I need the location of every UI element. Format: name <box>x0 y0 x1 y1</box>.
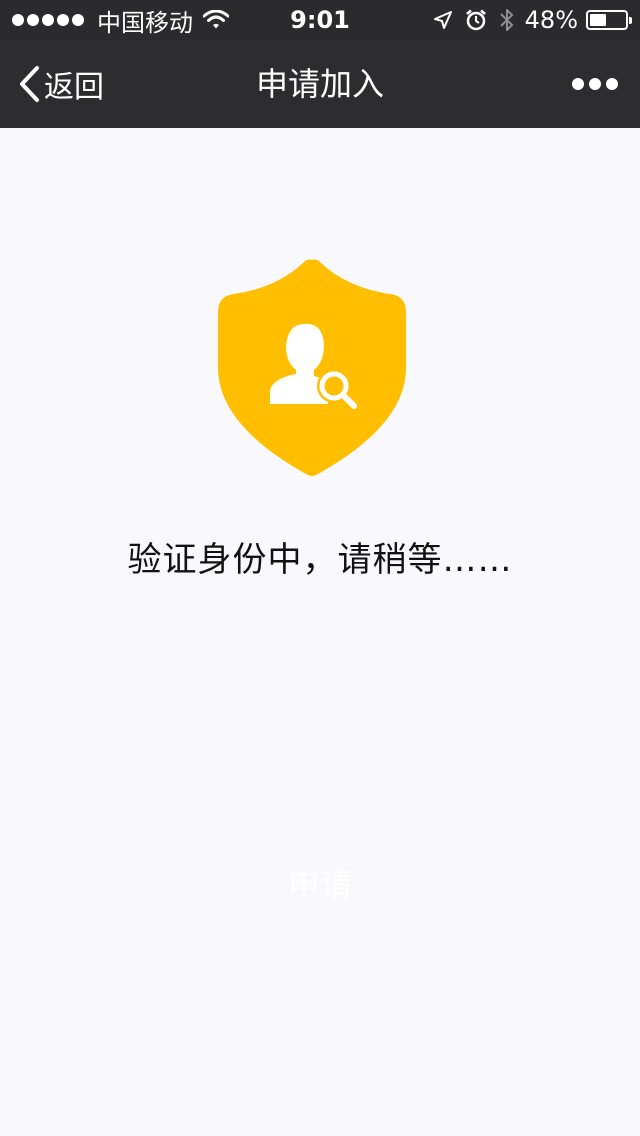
shield-user-search-icon <box>218 258 406 478</box>
apply-button[interactable]: 申请 <box>0 860 640 906</box>
location-icon <box>433 10 453 30</box>
nav-bar: 返回 申请加入 <box>0 40 640 128</box>
more-dots-icon[interactable] <box>567 40 618 128</box>
alarm-icon <box>465 9 487 31</box>
screen: 中国移动 9:01 48% 返回 申请加入 验证身份中，请稍等…… 申请 <box>0 0 640 1136</box>
status-message: 验证身份中，请稍等…… <box>127 540 513 580</box>
battery-icon <box>586 10 632 30</box>
battery-level <box>590 14 606 26</box>
status-right: 48% <box>421 0 632 40</box>
bluetooth-icon <box>499 7 515 33</box>
battery-percent: 48% <box>524 6 578 34</box>
page-title: 申请加入 <box>255 65 384 103</box>
status-bar: 中国移动 9:01 48% <box>0 0 640 40</box>
